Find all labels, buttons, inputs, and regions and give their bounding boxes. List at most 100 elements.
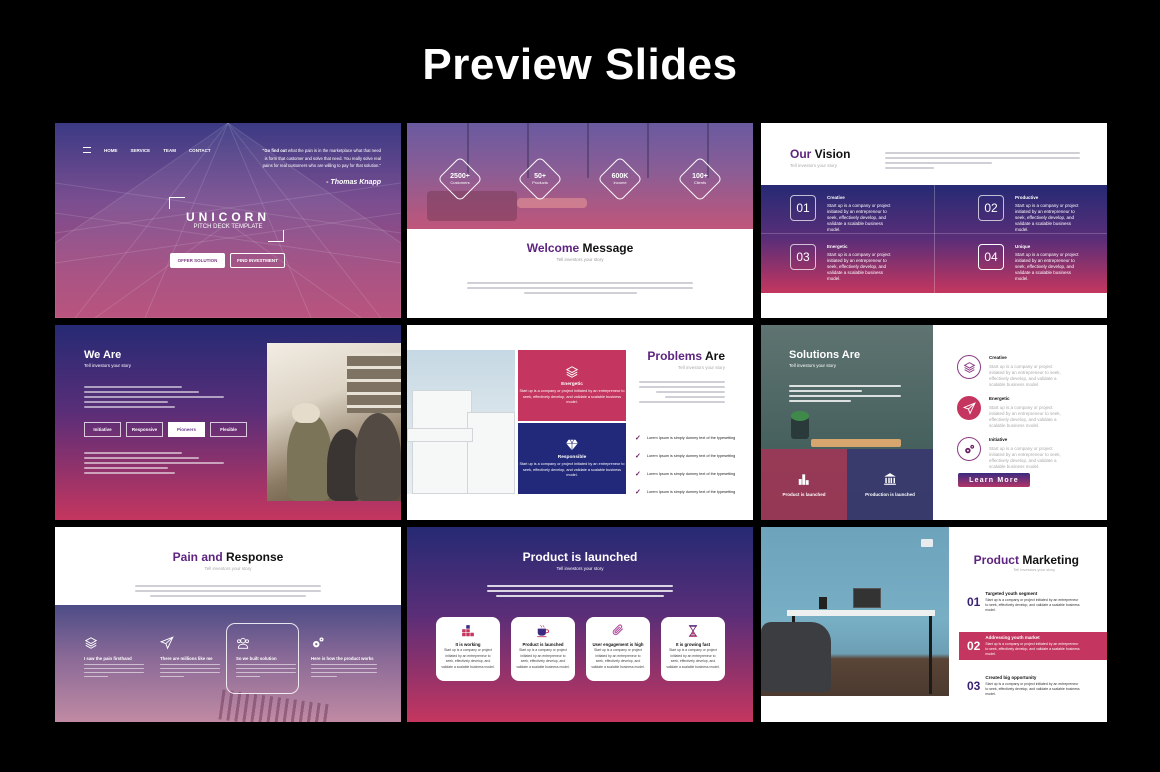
cover-subtitle: PITCH DECK TEMPLATE: [193, 224, 263, 230]
vision-item: 04 Unique Start up is a company or project…: [978, 244, 1079, 282]
slide-product-launched[interactable]: Product is launched Tell investors your …: [407, 527, 753, 722]
offer-solution-button[interactable]: OFFER SOLUTION: [170, 253, 225, 268]
item-desc: Start up is a company or project initiat…: [827, 203, 891, 232]
slide-we-are[interactable]: We Are Tell investors your story Initiat…: [55, 325, 401, 520]
item-title: Productive: [1015, 195, 1039, 200]
bar-chart-icon: [798, 474, 809, 485]
text-line: [84, 663, 144, 666]
stat-label: Customers: [450, 180, 470, 185]
panel-label: Product is launched: [782, 492, 826, 497]
wall-outlet: [921, 539, 933, 547]
pill-pioneers[interactable]: Pioneers: [168, 422, 205, 437]
body-paragraph: [84, 383, 224, 411]
slide-vision[interactable]: Our Vision Tell investors your story 01 C…: [761, 123, 1107, 318]
text-line: [236, 663, 296, 666]
slide-pain-response[interactable]: Pain and Response Tell investors your st…: [55, 527, 401, 722]
item-text: Productive Start up is a company or proje…: [1015, 195, 1079, 233]
nav-home[interactable]: HOME: [104, 148, 118, 153]
check-icon: ✓: [635, 435, 641, 442]
stat-value: 600K: [611, 173, 629, 180]
building-block: [407, 428, 473, 442]
nav-team[interactable]: TEAM: [163, 148, 176, 153]
laptop-shape: [853, 588, 881, 608]
item-text: Unique Start up is a company or project i…: [1015, 244, 1079, 282]
card-title: Energetic: [561, 382, 583, 388]
stat-label: Clients: [693, 180, 707, 185]
body-paragraph: [789, 382, 901, 405]
text-line: [885, 152, 1080, 154]
item-title: Initiative: [989, 437, 1008, 442]
text-line: [496, 595, 664, 597]
slide-problems[interactable]: Energetic Start up is a company or proje…: [407, 325, 753, 520]
item-desc: Start up is a company or project initiat…: [1015, 203, 1079, 232]
nav-service[interactable]: SERVICE: [131, 148, 151, 153]
text-line: [639, 401, 725, 403]
item-text: Energetic Start up is a company or projec…: [989, 396, 1069, 437]
item-text: Initiative Start up is a company or proje…: [989, 437, 1069, 478]
card-title: It is growing fast: [675, 642, 711, 647]
title-rest: Are: [702, 349, 725, 363]
slide-subtitle: Tell investors your story: [1013, 567, 1055, 572]
slide-title: We Are: [84, 349, 122, 361]
slide-subtitle: Tell investors your story: [204, 566, 252, 571]
text-line: [487, 585, 673, 587]
column-desc: [236, 663, 296, 678]
marketing-row-highlighted: 02 Addressing youth market Start up is a …: [959, 632, 1107, 660]
stat-customers: 2500+ Customers: [437, 156, 483, 202]
layers-icon: [963, 361, 975, 373]
bookshelf: [347, 353, 401, 413]
text-line: [789, 390, 862, 392]
check-text: Lorem Ipsum is simply dummy text of the …: [646, 436, 736, 440]
title-rest: Marketing: [1018, 553, 1079, 567]
pill-initiative[interactable]: Initiative: [84, 422, 121, 437]
pain-column: There are millions like me: [160, 636, 220, 680]
vision-item: 02 Productive Start up is a company or pro…: [978, 195, 1079, 233]
column-desc: [84, 663, 144, 678]
body-paragraph: [639, 378, 725, 406]
text-line: [84, 401, 168, 403]
pill-flexible[interactable]: Flexible: [210, 422, 247, 437]
divider: [934, 185, 935, 293]
stat-label: Income: [613, 180, 627, 185]
stat-clients: 100+ Clients: [677, 156, 723, 202]
text-line: [135, 585, 321, 587]
slide-welcome[interactable]: 2500+ Customers 50+ Products 600K Income 10…: [407, 123, 753, 318]
item-text: Creative Start up is a company or project…: [989, 355, 1069, 396]
paper-plane-icon: [962, 401, 976, 415]
slide-subtitle: Tell investors your story: [677, 365, 725, 370]
item-number: 01: [790, 195, 816, 221]
slide-solutions[interactable]: Solutions Are Tell investors your story …: [761, 325, 1107, 520]
item-number: 04: [978, 244, 1004, 270]
title-rest: Message: [579, 241, 634, 255]
notebook-photo: I saw the pain firsthand There are milli…: [55, 605, 401, 722]
panel-product-launched: Product is launched: [761, 449, 847, 520]
text-line: [236, 667, 296, 670]
coffee-cup-icon: [537, 625, 549, 638]
text-line: [523, 292, 637, 294]
text-line: [84, 386, 182, 388]
office-hero-image: 2500+ Customers 50+ Products 600K Income 10…: [407, 123, 753, 229]
check-text: Lorem Ipsum is simply dummy text of the …: [646, 490, 736, 494]
nav-contact[interactable]: CONTACT: [189, 148, 211, 153]
item-text: Energetic Start up is a company or projec…: [827, 244, 891, 282]
stat-value: 2500+: [450, 173, 470, 180]
menu-icon[interactable]: [83, 147, 91, 153]
vision-item: 01 Creative Start up is a company or proje…: [790, 195, 891, 233]
card-title: Responsible: [557, 455, 587, 461]
row-title: Targeted youth segment: [985, 591, 1038, 597]
pill-responsive[interactable]: Responsive: [126, 422, 163, 437]
slide-product-marketing[interactable]: Product Marketing Tell investors your st…: [761, 527, 1107, 722]
text-line: [236, 671, 296, 674]
feature-card: It is growing fast Start up is a company…: [661, 617, 725, 681]
find-investment-button[interactable]: FIND INVESTMENT: [230, 253, 285, 268]
problem-card: Responsible Start up is a company or pro…: [518, 423, 626, 494]
person-shape: [355, 413, 401, 501]
window-frame: [647, 123, 649, 178]
text-line: [84, 667, 144, 670]
item-desc: Start up is a company or project initiat…: [989, 446, 1061, 469]
check-icon: ✓: [635, 489, 641, 496]
slide-cover[interactable]: HOME SERVICE TEAM CONTACT "Go find out w…: [55, 123, 401, 318]
quote-lead: "Go find out: [262, 148, 287, 153]
slide-title: Product is launched: [522, 550, 638, 564]
learn-more-button[interactable]: Learn More: [958, 473, 1030, 487]
